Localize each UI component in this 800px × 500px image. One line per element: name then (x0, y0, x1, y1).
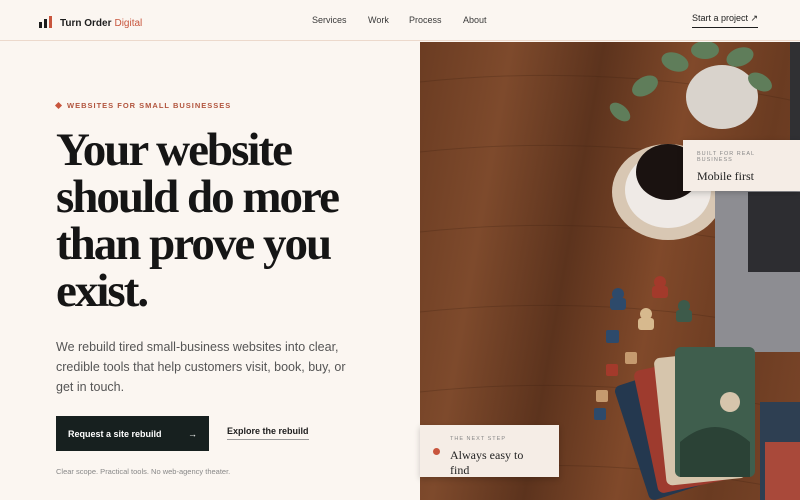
accent-dot-icon (433, 448, 440, 455)
logo-accent: Digital (114, 18, 143, 29)
start-project-link[interactable]: Start a project ↗ (692, 13, 759, 28)
mobile-first-card: BUILT FOR REAL BUSINESS Mobile first (683, 140, 800, 191)
main-nav: Services Work Process About (312, 15, 487, 25)
nav-work[interactable]: Work (368, 15, 409, 25)
explore-rebuild-link[interactable]: Explore the rebuild (227, 426, 309, 440)
diamond-icon (54, 101, 63, 110)
logo[interactable]: Turn Order Digital (39, 13, 142, 31)
card-top-label: BUILT FOR REAL BUSINESS (697, 151, 755, 163)
logo-bars-icon (39, 16, 53, 28)
eyebrow-text: WEBSITES FOR SMALL BUSINESSES (67, 101, 232, 110)
nav-process[interactable]: Process (409, 15, 463, 25)
hero-description: We rebuild tired small-business websites… (56, 340, 346, 394)
headline-line-1: Your website (56, 124, 293, 176)
next-step-card: THE NEXT STEP Always easy to find (420, 425, 559, 477)
request-rebuild-button[interactable]: Request a site rebuild → (56, 416, 209, 451)
card-bottom-title: Always easy to find (450, 448, 524, 477)
arrow-right-icon: → (188, 428, 197, 439)
hero-footnote: Clear scope. Practical tools. No web-age… (56, 467, 231, 476)
request-rebuild-label: Request a site rebuild (68, 428, 162, 439)
nav-services[interactable]: Services (312, 15, 368, 25)
card-top-title: Mobile first (697, 169, 754, 183)
headline-line-2: should do more (56, 171, 340, 223)
logo-name: Turn Order (60, 18, 112, 29)
headline-line-3: than prove you (56, 218, 332, 270)
hero-headline: Your website should do more than prove y… (56, 127, 416, 315)
card-bottom-label: THE NEXT STEP (450, 436, 506, 442)
nav-about[interactable]: About (463, 15, 487, 25)
site-header: Turn Order Digital Services Work Process … (0, 0, 800, 41)
hero-eyebrow: WEBSITES FOR SMALL BUSINESSES (54, 101, 232, 110)
headline-line-4: exist. (56, 265, 149, 317)
